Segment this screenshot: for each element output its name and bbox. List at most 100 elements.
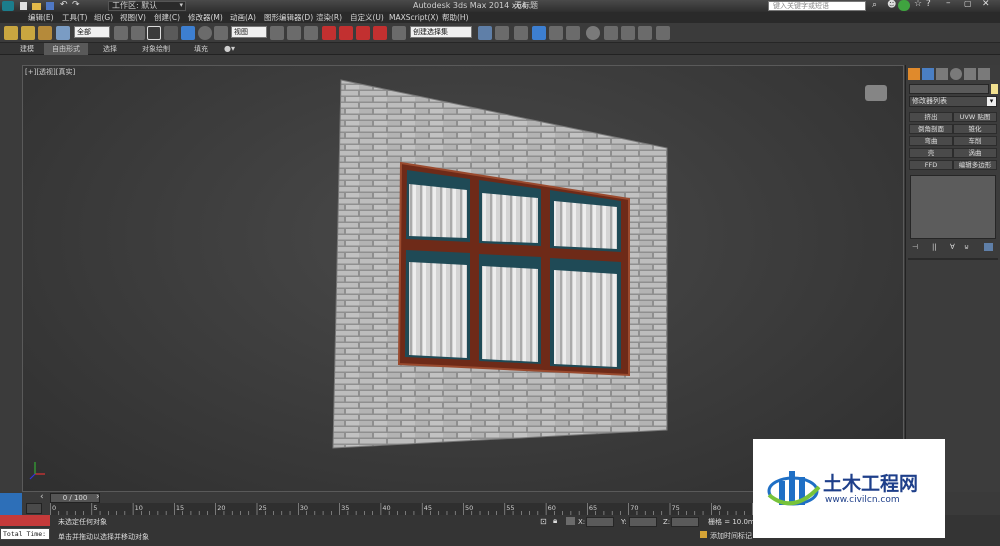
graphite-toggle-icon[interactable] bbox=[549, 26, 563, 40]
spinner-snap-icon[interactable] bbox=[373, 26, 387, 40]
menu-item-tools[interactable]: 工具(T) bbox=[62, 12, 87, 23]
modifier-stack[interactable] bbox=[910, 175, 996, 239]
tab-object-paint[interactable]: 对象绘制 bbox=[142, 43, 170, 55]
mini-listener[interactable] bbox=[0, 493, 22, 515]
hierarchy-tab-icon[interactable] bbox=[936, 68, 948, 80]
menu-item-graph-editors[interactable]: 图形编辑器(D) bbox=[264, 12, 313, 23]
show-end-result-icon[interactable]: || bbox=[932, 243, 937, 251]
modify-tab-icon[interactable] bbox=[922, 68, 934, 80]
pin-stack-icon[interactable]: ⊣ bbox=[912, 243, 918, 251]
lathe-button[interactable]: 车削 bbox=[953, 136, 997, 146]
uvw-map-button[interactable]: UVW 贴图 bbox=[953, 112, 997, 122]
snap-toggle-icon[interactable] bbox=[322, 26, 336, 40]
layers-icon[interactable] bbox=[56, 26, 70, 40]
remove-modifier-icon[interactable]: ⊍ bbox=[964, 243, 969, 251]
twist-button[interactable]: 涡曲 bbox=[953, 148, 997, 158]
make-unique-icon[interactable]: ∀ bbox=[950, 243, 955, 251]
named-selection-dropdown[interactable]: 创建选择集 bbox=[410, 26, 472, 38]
display-tab-icon[interactable] bbox=[964, 68, 976, 80]
app-logo-icon[interactable] bbox=[2, 1, 14, 11]
maxscript-listener[interactable] bbox=[0, 515, 50, 526]
render-frame-icon[interactable] bbox=[621, 26, 635, 40]
material-editor-icon[interactable] bbox=[586, 26, 600, 40]
create-tab-icon[interactable] bbox=[908, 68, 920, 80]
time-slider[interactable]: 0 / 100 bbox=[50, 493, 100, 503]
y-coordinate-field[interactable] bbox=[629, 517, 657, 527]
selection-lock-icon[interactable]: ⊡ bbox=[540, 517, 547, 526]
scene-explorer-icon[interactable] bbox=[514, 26, 528, 40]
angle-snap-icon[interactable] bbox=[339, 26, 353, 40]
undo-icon[interactable]: ↶ bbox=[60, 0, 68, 10]
key-filter-icon[interactable] bbox=[26, 503, 42, 514]
utilities-tab-icon[interactable] bbox=[978, 68, 990, 80]
tab-freeform[interactable]: 自由形式 bbox=[44, 43, 88, 55]
select-rotate-icon[interactable] bbox=[198, 26, 212, 40]
configure-sets-icon[interactable] bbox=[984, 243, 993, 251]
maximize-icon[interactable]: ▢ bbox=[964, 0, 972, 8]
menu-item-customize[interactable]: 自定义(U) bbox=[350, 12, 384, 23]
tab-selection[interactable]: 选择 bbox=[103, 43, 117, 55]
help-icon[interactable]: ? bbox=[926, 0, 931, 9]
menu-item-create[interactable]: 创建(C) bbox=[154, 12, 180, 23]
add-time-tag-button[interactable]: 添加时间标记 bbox=[710, 531, 752, 541]
time-slider-right-icon[interactable]: › bbox=[96, 492, 100, 502]
absolute-mode-icon[interactable] bbox=[566, 517, 575, 525]
percent-snap-icon[interactable] bbox=[356, 26, 370, 40]
menu-item-group[interactable]: 组(G) bbox=[94, 12, 113, 23]
select-move-icon[interactable] bbox=[181, 26, 195, 40]
binoculars-icon[interactable]: ⌕ bbox=[872, 0, 877, 10]
menu-item-views[interactable]: 视图(V) bbox=[120, 12, 146, 23]
menu-item-help[interactable]: 帮助(H) bbox=[442, 12, 469, 23]
menu-item-animation[interactable]: 动画(A) bbox=[230, 12, 256, 23]
edit-named-selection-icon[interactable] bbox=[392, 26, 406, 40]
selection-filter-dropdown[interactable]: 全部 bbox=[74, 26, 110, 38]
open-file-icon[interactable] bbox=[32, 3, 41, 10]
menu-item-rendering[interactable]: 渲染(R) bbox=[316, 12, 342, 23]
user-icon[interactable]: ☻ bbox=[887, 0, 896, 10]
render-setup-icon[interactable] bbox=[604, 26, 618, 40]
render-cloud-icon[interactable] bbox=[656, 26, 670, 40]
layer-explorer-icon[interactable] bbox=[532, 26, 546, 40]
menu-item-edit[interactable]: 编辑(E) bbox=[28, 12, 54, 23]
bevel-profile-button[interactable]: 倒角剖面 bbox=[909, 124, 953, 134]
time-tag-icon[interactable] bbox=[700, 531, 707, 538]
menu-item-maxscript[interactable]: MAXScript(X) bbox=[389, 12, 438, 23]
lock-icon[interactable]: 🔒︎ bbox=[553, 516, 557, 526]
modifier-list-dropdown[interactable]: 修改器列表 ▾ bbox=[909, 96, 997, 107]
keyboard-shortcut-icon[interactable] bbox=[304, 26, 318, 40]
save-file-icon[interactable] bbox=[46, 2, 54, 10]
x-coordinate-field[interactable] bbox=[586, 517, 614, 527]
minimize-icon[interactable]: – bbox=[946, 0, 951, 8]
mirror-icon[interactable] bbox=[478, 26, 492, 40]
new-file-icon[interactable] bbox=[20, 2, 27, 10]
object-color-swatch[interactable] bbox=[991, 84, 998, 94]
bind-space-warp-icon[interactable] bbox=[38, 26, 52, 40]
close-icon[interactable]: ✕ bbox=[982, 0, 990, 9]
time-slider-left-icon[interactable]: ‹ bbox=[40, 492, 44, 502]
select-scale-icon[interactable] bbox=[214, 26, 228, 40]
ffd-button[interactable]: FFD bbox=[909, 160, 953, 170]
unlink-icon[interactable] bbox=[21, 26, 35, 40]
track-bar[interactable]: 0510152025303540455055606570758085 bbox=[50, 503, 762, 515]
taper-button[interactable]: 锥化 bbox=[953, 124, 997, 134]
object-name-field[interactable] bbox=[909, 84, 989, 94]
tab-modeling[interactable]: 建模 bbox=[20, 43, 34, 55]
select-by-name-icon[interactable] bbox=[131, 26, 145, 40]
ribbon-options-icon[interactable]: ●▾ bbox=[224, 43, 235, 55]
bend-button[interactable]: 弯曲 bbox=[909, 136, 953, 146]
menu-item-modifiers[interactable]: 修改器(M) bbox=[188, 12, 223, 23]
select-object-icon[interactable] bbox=[114, 26, 128, 40]
tab-populate[interactable]: 填充 bbox=[194, 43, 208, 55]
perspective-viewport[interactable]: [+][透视][真实] bbox=[22, 65, 904, 492]
manipulate-icon[interactable] bbox=[287, 26, 301, 40]
curve-editor-icon[interactable] bbox=[566, 26, 580, 40]
reference-coordinate-dropdown[interactable]: 视图 bbox=[231, 26, 267, 38]
redo-icon[interactable]: ↷ bbox=[72, 0, 80, 10]
shell-button[interactable]: 壳 bbox=[909, 148, 953, 158]
extrude-button[interactable]: 挤出 bbox=[909, 112, 953, 122]
workspace-dropdown[interactable]: 工作区: 默认 ▾ bbox=[108, 1, 186, 11]
window-crossing-icon[interactable] bbox=[164, 26, 178, 40]
pivot-point-icon[interactable] bbox=[270, 26, 284, 40]
align-icon[interactable] bbox=[495, 26, 509, 40]
select-link-icon[interactable] bbox=[4, 26, 18, 40]
